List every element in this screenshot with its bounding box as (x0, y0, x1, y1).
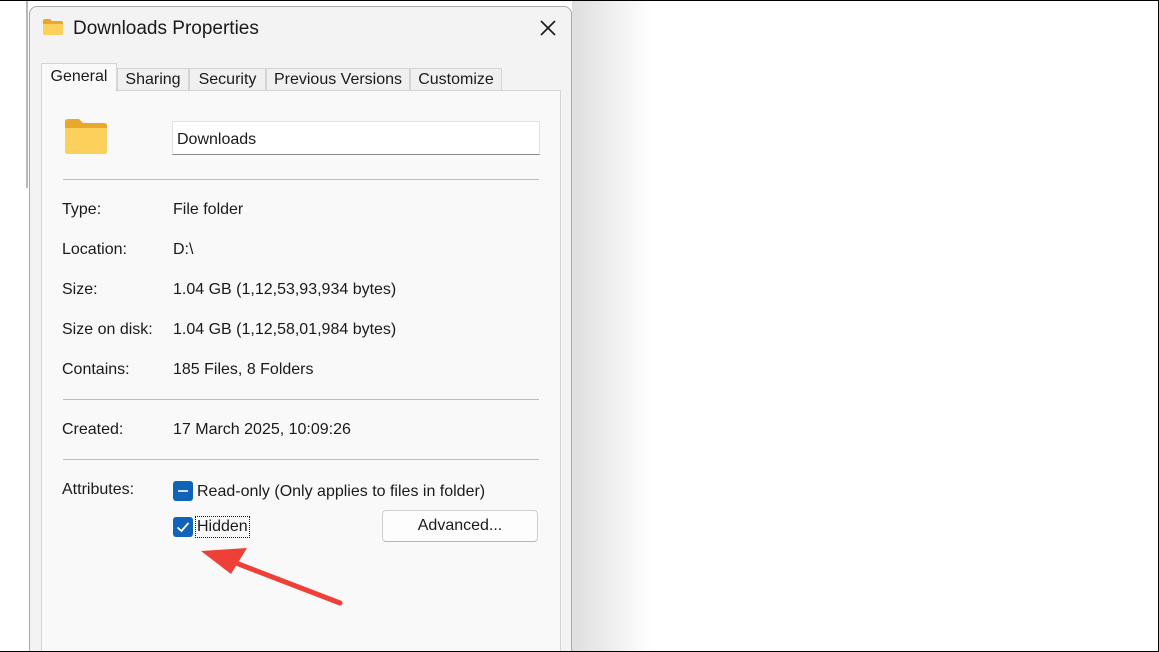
close-button[interactable] (528, 11, 568, 45)
folder-icon (43, 19, 63, 35)
folder-name-input[interactable] (172, 121, 540, 155)
contains-label: Contains: (62, 361, 130, 378)
background-window-edge (26, 0, 28, 188)
location-label: Location: (62, 241, 127, 258)
desktop-background: Downloads Properties General Sharing Sec… (0, 0, 1159, 652)
title-bar[interactable]: Downloads Properties (30, 7, 571, 51)
checkmark-icon (176, 522, 190, 533)
tab-label: Security (198, 71, 257, 88)
window-title: Downloads Properties (73, 18, 259, 39)
annotation-arrow-icon (201, 548, 343, 606)
divider (63, 459, 539, 460)
tab-label: Customize (418, 71, 494, 88)
tab-label: Previous Versions (273, 71, 403, 88)
folder-icon (65, 119, 107, 154)
close-icon (540, 20, 556, 36)
tab-previous-versions[interactable]: Previous Versions (266, 68, 410, 91)
divider (63, 179, 539, 180)
tab-general[interactable]: General (41, 63, 117, 92)
advanced-button[interactable]: Advanced... (382, 510, 538, 542)
hidden-checkbox[interactable] (173, 517, 193, 537)
location-value: D:\ (173, 241, 194, 258)
tab-label: General (50, 68, 108, 85)
tab-security[interactable]: Security (189, 68, 266, 91)
created-value: 17 March 2025, 10:09:26 (173, 421, 351, 438)
tab-label: Sharing (125, 71, 181, 88)
created-label: Created: (62, 421, 124, 438)
readonly-label[interactable]: Read-only (Only applies to files in fold… (197, 483, 485, 501)
size-on-disk-value: 1.04 GB (1,12,58,01,984 bytes) (173, 321, 397, 338)
size-on-disk-label: Size on disk: (62, 321, 153, 338)
hidden-label[interactable]: Hidden (195, 516, 250, 538)
tab-customize[interactable]: Customize (410, 68, 502, 91)
readonly-checkbox[interactable] (173, 481, 193, 501)
type-value: File folder (173, 201, 244, 218)
attributes-label: Attributes: (62, 481, 135, 498)
size-value: 1.04 GB (1,12,53,93,934 bytes) (173, 281, 397, 298)
indeterminate-icon (178, 490, 188, 492)
frame-border (0, 0, 1159, 1)
contains-value: 185 Files, 8 Folders (173, 361, 314, 378)
divider (63, 399, 539, 400)
size-label: Size: (62, 281, 98, 298)
tab-sharing[interactable]: Sharing (117, 68, 189, 91)
dialog-shadow (572, 0, 652, 652)
type-label: Type: (62, 201, 102, 218)
